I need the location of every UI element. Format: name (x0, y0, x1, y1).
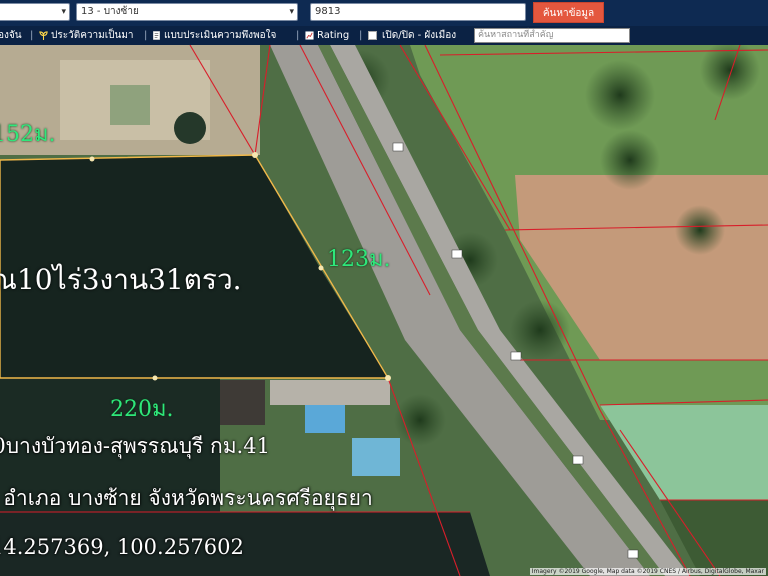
sprout-icon (39, 30, 48, 40)
chevron-down-icon: ▾ (61, 7, 66, 17)
rating-link[interactable]: Rating (305, 26, 349, 45)
rating-chart-icon (305, 30, 314, 40)
province-select[interactable]: ▾ (0, 3, 70, 21)
survey-link-label: แบบประเมินความพึงพอใจ (164, 30, 277, 41)
road-location-label: ถนนหมายเลข340บางบัวทอง-สุพรรณบุรี กม.41 (0, 434, 270, 458)
search-button[interactable]: ค้นหาข้อมูล (533, 2, 604, 23)
zoning-toggle[interactable]: เปิด/ปิด - ผังเมือง (368, 26, 456, 45)
toolbar-divider: | (144, 30, 148, 41)
place-search-placeholder: ค้นหาสถานที่สำคัญ (478, 30, 554, 40)
dimension-label-right: 123ม. (327, 247, 391, 272)
survey-link[interactable]: แบบประเมินความพึงพอใจ (152, 26, 276, 45)
map-attribution: Imagery ©2019 Google, Map data ©2019 CNE… (529, 568, 766, 575)
place-search-input[interactable]: ค้นหาสถานที่สำคัญ (474, 28, 630, 43)
district-select[interactable]: 13 - บางซ้าย ▾ (76, 3, 298, 21)
toolbar-item-partial-label: องจัน (0, 30, 22, 41)
dimension-label-bottom: 220ม. (110, 397, 174, 422)
zoning-toggle-label: เปิด/ปิด - ผังเมือง (382, 30, 457, 41)
chevron-down-icon: ▾ (289, 7, 294, 17)
parcel-number-input[interactable]: 9813 (310, 3, 526, 21)
rating-link-label: Rating (317, 30, 350, 41)
toolbar-divider: | (30, 30, 34, 41)
district-select-value: 13 - บางซ้าย (81, 6, 139, 17)
district-location-label: ตำบล อำเภอ บางซ้าย จังหวัดพระนครศรีอยุธย… (0, 486, 373, 510)
toolbar: องจัน | ประวัติความเป็นมา | แบบประเมินคว… (0, 26, 768, 45)
history-link[interactable]: ประวัติความเป็นมา (39, 26, 134, 45)
dimension-label-top: 152ม. (0, 122, 56, 147)
coordinates-label: พิกัดที่ดิน14.257369, 100.257602 (0, 535, 244, 559)
toolbar-divider: | (296, 30, 300, 41)
parcel-number-value: 9813 (315, 6, 341, 17)
toolbar-divider: | (359, 30, 363, 41)
parcel-area-label: เนื้อที่ประมาณ10ไร่3งาน31ตรว. (0, 263, 242, 296)
history-link-label: ประวัติความเป็นมา (51, 30, 134, 41)
checkbox-icon[interactable] (368, 30, 377, 40)
top-search-bar: ▾ 13 - บางซ้าย ▾ 9813 ค้นหาข้อมูล (0, 0, 768, 26)
toolbar-item-partial[interactable]: องจัน (0, 26, 22, 45)
document-icon (153, 30, 160, 40)
satellite-map[interactable]: 152ม. 123ม. 220ม. เนื้อที่ประมาณ10ไร่3งา… (0, 45, 768, 576)
